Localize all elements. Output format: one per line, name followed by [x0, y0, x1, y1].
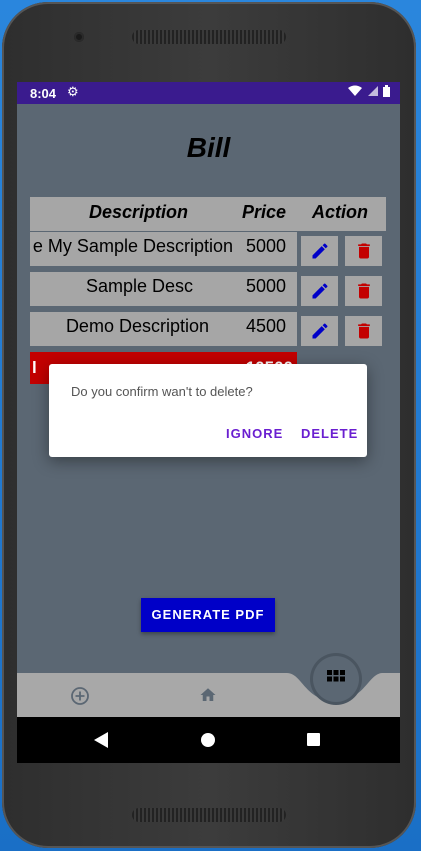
wifi-icon	[348, 85, 363, 96]
table-row: Demo Description 4500	[30, 312, 297, 346]
header-action: Action	[312, 202, 368, 222]
signal-icon	[367, 86, 378, 96]
bottom-speaker	[132, 808, 286, 822]
add-icon[interactable]	[70, 686, 90, 706]
row-price: 5000	[246, 236, 287, 256]
delete-row-button[interactable]	[345, 276, 382, 306]
delete-row-button[interactable]	[345, 236, 382, 266]
row-price: 5000	[246, 276, 287, 296]
delete-icon	[358, 323, 370, 339]
battery-icon	[383, 85, 390, 97]
row-description: Sample Desc	[85, 276, 193, 296]
home-icon[interactable]	[199, 686, 217, 704]
settings-icon: ⚙	[67, 84, 79, 99]
home-circle-icon[interactable]	[201, 733, 215, 747]
edit-button[interactable]	[301, 236, 338, 266]
ignore-button[interactable]: IGNORE	[226, 426, 283, 441]
grid-fab-button[interactable]	[313, 656, 359, 702]
grid-icon	[327, 670, 345, 682]
page-title: Bill	[186, 132, 231, 163]
confirm-delete-dialog: Do you confirm wan't to delete? IGNORE D…	[49, 364, 367, 457]
system-nav-bar	[17, 717, 400, 763]
table-header: Description Price Action	[30, 197, 386, 231]
camera	[74, 32, 84, 42]
delete-icon	[358, 243, 370, 259]
dialog-message: Do you confirm wan't to delete?	[71, 384, 253, 399]
edit-icon	[312, 323, 328, 339]
table-row: e My Sample Description 5000	[30, 232, 297, 266]
row-description: Demo Description	[65, 316, 209, 336]
header-price: Price	[242, 202, 287, 222]
edit-button[interactable]	[301, 276, 338, 306]
row-description: e My Sample Description	[32, 236, 233, 256]
row-price: 4500	[246, 316, 287, 336]
app-screen: 8:04 ⚙ Bill Description Price Action e M…	[17, 82, 400, 763]
edit-icon	[312, 243, 328, 259]
delete-icon	[358, 283, 370, 299]
edit-button[interactable]	[301, 316, 338, 346]
delete-row-button[interactable]	[345, 316, 382, 346]
status-bar: 8:04 ⚙	[17, 82, 400, 104]
status-time: 8:04	[30, 86, 57, 101]
delete-button[interactable]: DELETE	[301, 426, 358, 441]
generate-pdf-button[interactable]: GENERATE PDF	[141, 598, 275, 632]
back-icon[interactable]	[94, 732, 108, 748]
header-description: Description	[89, 202, 189, 222]
top-speaker	[132, 30, 286, 44]
table-row: Sample Desc 5000	[30, 272, 297, 306]
edit-icon	[312, 283, 328, 299]
total-label: l	[32, 358, 37, 377]
recents-icon[interactable]	[307, 733, 320, 746]
